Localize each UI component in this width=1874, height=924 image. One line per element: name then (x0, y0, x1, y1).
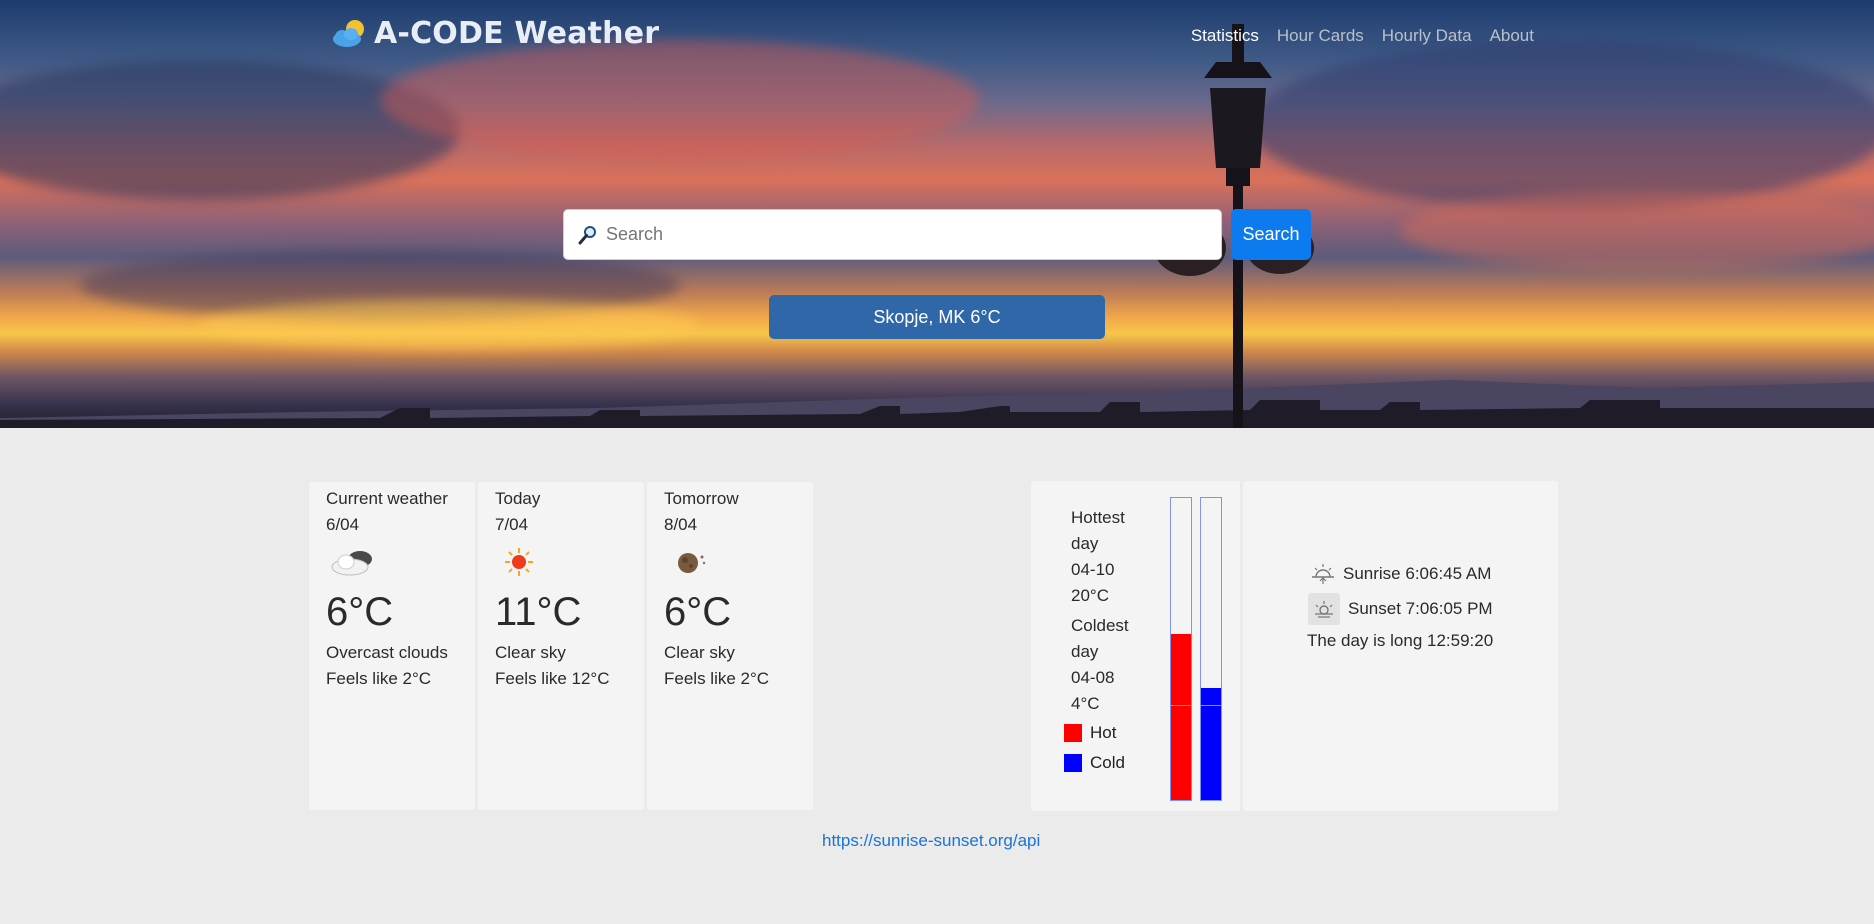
card-title: Current weather (326, 489, 448, 508)
cloud-sun-logo-icon (333, 19, 364, 47)
brand-title: A-CODE Weather (374, 16, 660, 51)
weather-card-current: Current weather 6/04 6°C Overcast clouds… (309, 482, 475, 810)
legend-swatch-hot (1064, 724, 1082, 742)
sunrise-time: Sunrise 6:06:45 AM (1343, 564, 1492, 583)
card-title: Tomorrow (664, 489, 739, 508)
card-description: Clear sky (495, 643, 566, 662)
card-description: Clear sky (664, 643, 735, 662)
sunset-row: Sunset 7:06:05 PM (1308, 593, 1493, 625)
brand-logo[interactable]: A-CODE Weather (330, 16, 659, 51)
api-source-link[interactable]: https://sunrise-sunset.org/api (822, 831, 1040, 851)
coldest-temp: 4°C (1071, 694, 1100, 713)
location-weather-button[interactable]: Skopje, MK 6°C (769, 295, 1105, 339)
search-button[interactable]: Search (1231, 209, 1311, 260)
cloud-shape (380, 40, 980, 160)
search-bar: Search (563, 209, 1311, 260)
bar-marker-line (1171, 705, 1191, 706)
hottest-date: 04-10 (1071, 560, 1115, 579)
nav-statistics[interactable]: Statistics (1191, 26, 1259, 46)
bar-marker-line (1201, 705, 1221, 706)
moon-icon (668, 542, 796, 582)
card-feels-like: Feels like 2°C (326, 669, 432, 688)
temperature-stats-panel: Hottest day 04-10 20°C Coldest day 04-08… (1031, 481, 1240, 811)
sun-info-panel: Sunrise 6:06:45 AM Sunset 7:06:05 PM The… (1243, 481, 1558, 811)
cold-bar (1200, 497, 1222, 801)
hot-bar (1170, 497, 1192, 801)
hottest-temp: 20°C (1071, 586, 1109, 605)
hero-banner: A-CODE Weather Statistics Hour Cards Hou… (0, 0, 1874, 428)
sunset-time: Sunset 7:06:05 PM (1348, 599, 1493, 618)
cloud-shape (200, 300, 700, 350)
card-description: Overcast clouds (326, 643, 448, 662)
card-date: 7/04 (495, 515, 529, 534)
cloud-shape (0, 60, 460, 200)
sunrise-row: Sunrise 6:06:45 AM (1311, 563, 1491, 585)
card-feels-like: Feels like 2°C (664, 669, 770, 688)
sunrise-icon (1312, 564, 1334, 584)
stats-text: Hottest day 04-10 20°C Coldest day 04-08… (1071, 505, 1141, 717)
legend-label: Hot (1090, 723, 1117, 742)
card-feels-like: Feels like 12°C (495, 669, 610, 688)
legend-swatch-cold (1064, 754, 1082, 772)
coldest-label: Coldest day (1071, 616, 1129, 661)
legend-hot: Hot (1064, 723, 1116, 743)
day-length: The day is long 12:59:20 (1307, 631, 1494, 650)
card-date: 8/04 (664, 515, 698, 534)
search-input[interactable] (606, 224, 1206, 245)
sunset-icon (1308, 593, 1340, 625)
legend-cold: Cold (1064, 753, 1125, 773)
hot-bar-fill (1171, 633, 1191, 800)
coldest-date: 04-08 (1071, 668, 1115, 687)
sun-icon (499, 542, 627, 582)
cloud-shape (1400, 190, 1874, 270)
search-field[interactable] (563, 209, 1222, 260)
hottest-label: Hottest day (1071, 508, 1125, 553)
main-nav: Statistics Hour Cards Hourly Data About (1191, 26, 1534, 46)
card-title: Today (495, 489, 541, 508)
overcast-clouds-icon (330, 542, 458, 582)
legend-label: Cold (1090, 753, 1125, 772)
weather-card-tomorrow: Tomorrow 8/04 6°C Clear sky Feels like 2… (647, 482, 813, 810)
weather-card-today: Today 7/04 11°C Clear sky Feels like 12°… (478, 482, 644, 810)
card-temperature: 11°C (495, 590, 582, 634)
nav-about[interactable]: About (1490, 26, 1534, 46)
nav-hour-cards[interactable]: Hour Cards (1277, 26, 1364, 46)
city-skyline (0, 400, 1874, 428)
card-temperature: 6°C (664, 590, 732, 634)
card-temperature: 6°C (326, 590, 394, 634)
nav-hourly-data[interactable]: Hourly Data (1382, 26, 1472, 46)
card-date: 6/04 (326, 515, 360, 534)
magnifier-icon (578, 225, 596, 244)
